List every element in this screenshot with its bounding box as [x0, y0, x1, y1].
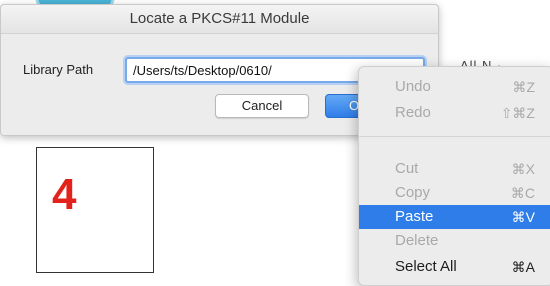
menu-item-shortcut: ⌘C: [510, 185, 535, 201]
menu-item-shortcut: ⌘A: [511, 259, 535, 275]
menu-item-cut[interactable]: Cut ⌘X: [359, 157, 550, 181]
menu-item-redo[interactable]: Redo ⇧⌘Z: [359, 101, 550, 125]
menu-item-label: Paste: [395, 208, 434, 225]
menu-item-label: Cut: [395, 160, 419, 177]
menu-separator: [359, 136, 550, 137]
menu-item-label: Redo: [395, 104, 431, 121]
menu-item-delete[interactable]: Delete: [359, 229, 550, 253]
step-number: 4: [52, 170, 77, 219]
library-path-label: Library Path: [23, 62, 94, 77]
menu-item-label: Undo: [395, 78, 431, 95]
cancel-button[interactable]: Cancel: [215, 94, 309, 118]
menu-item-label: Delete: [395, 232, 439, 249]
context-menu: Undo ⌘Z Redo ⇧⌘Z Cut ⌘X Copy ⌘C Paste ⌘V…: [358, 66, 550, 286]
menu-item-shortcut: ⌘X: [511, 161, 535, 177]
menu-item-select-all[interactable]: Select All ⌘A: [359, 255, 550, 279]
menu-item-label: Copy: [395, 184, 431, 201]
menu-item-label: Select All: [395, 258, 457, 275]
dialog-title: Locate a PKCS#11 Module: [1, 5, 438, 34]
menu-item-undo[interactable]: Undo ⌘Z: [359, 75, 550, 99]
menu-item-shortcut: ⌘V: [511, 209, 535, 225]
menu-item-shortcut: ⌘Z: [512, 79, 535, 95]
menu-item-copy[interactable]: Copy ⌘C: [359, 181, 550, 205]
menu-item-shortcut: ⇧⌘Z: [500, 105, 535, 121]
menu-item-paste[interactable]: Paste ⌘V: [359, 205, 550, 229]
